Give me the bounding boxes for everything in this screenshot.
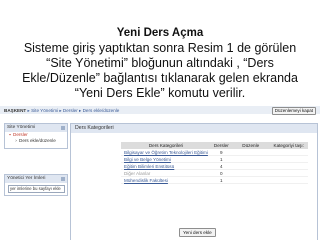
caption-line: “Yeni Ders Ekle” komutu verilir. — [74, 86, 246, 100]
categories-table: Ders Kategorileri Dersler Düzenle Katego… — [121, 142, 308, 184]
collapse-icon[interactable] — [61, 177, 65, 181]
moodle-screenshot: BAŞKENT ▸ Site Yönetimi ▸ Dersler ▸ Ders… — [0, 106, 320, 240]
admin-bookmarks-block: Yönetici Yer İmleri yer imlerine bu sayf… — [4, 174, 68, 196]
table-header-row: Ders Kategorileri Dersler Düzenle Katego… — [121, 142, 308, 149]
category-link[interactable]: Bilgi ve Belge Yönetimi — [121, 155, 211, 163]
column-header: Kategoriyi taşı: — [269, 142, 308, 149]
caption-line: Sisteme giriş yaptıktan sonra Resim 1 de… — [23, 41, 297, 55]
breadcrumb-home[interactable]: BAŞKENT — [4, 108, 26, 113]
category-link[interactable]: Mühendislik Fakültesi — [121, 176, 211, 184]
category-link[interactable]: Eğitim Bilimleri Enstitüsü — [121, 162, 211, 170]
panel-title: Ders Kategorileri — [71, 124, 317, 133]
course-count: 1 — [210, 155, 232, 163]
block-title: Site Yönetimi — [7, 125, 36, 130]
add-new-course-button[interactable]: Yeni ders ekle — [179, 228, 216, 237]
course-count: 4 — [210, 162, 232, 170]
caption-line: “Site Yönetimi” bloğunun altındaki , “De… — [46, 56, 274, 70]
bullet-icon: › — [15, 138, 17, 143]
slide: Yeni Ders Açma Sisteme giriş yaptıktan s… — [0, 0, 320, 240]
column-header: Dersler — [210, 142, 232, 149]
block-header: Site Yönetimi — [5, 124, 67, 132]
site-administration-block: Site Yönetimi ▪ Dersler › Ders ekle/düzenl… — [4, 123, 68, 149]
table-row: Mühendislik Fakültesi 1 — [121, 176, 308, 184]
column-header: Düzenle — [231, 142, 270, 149]
table-row: Diğer Alanlar 0 — [121, 169, 308, 177]
column-header: Ders Kategorileri — [121, 142, 211, 149]
block-header: Yönetici Yer İmleri — [5, 175, 67, 183]
block-title: Yönetici Yer İmleri — [7, 176, 46, 181]
collapse-icon[interactable] — [61, 126, 65, 130]
category-link[interactable]: Bilgisayar ve Öğretim Teknolojileri Eğit… — [121, 149, 211, 156]
tree-item-label: Ders ekle/düzenle — [19, 138, 56, 143]
folder-icon: ▪ — [9, 132, 11, 137]
course-count: 0 — [210, 169, 232, 177]
tree-item-label: Dersler — [13, 132, 28, 137]
slide-caption: Sisteme giriş yaptıktan sonra Resim 1 de… — [4, 41, 316, 101]
table-row: Bilgi ve Belge Yönetimi 1 — [121, 155, 308, 163]
bookmark-select[interactable]: yer imlerine bu sayfayı ekle — [8, 185, 65, 193]
turn-editing-off-button[interactable]: Düzenlemeyi kapat — [271, 107, 316, 115]
caption-line: Ekle/Düzenle” bağlantısı tıklanarak gele… — [22, 71, 298, 85]
slide-title: Yeni Ders Açma — [116, 27, 204, 39]
breadcrumb-path[interactable]: ▸ Site Yönetimi ▸ Dersler ▸ Ders ekle/dü… — [26, 108, 119, 113]
course-count: 1 — [210, 176, 232, 184]
breadcrumb: BAŞKENT ▸ Site Yönetimi ▸ Dersler ▸ Ders… — [4, 108, 119, 114]
table-row: Eğitim Bilimleri Enstitüsü 4 — [121, 162, 308, 170]
course-categories-panel: Ders Kategorileri Ders Kategorileri Ders… — [70, 123, 318, 240]
category-link[interactable]: Diğer Alanlar — [121, 169, 211, 177]
